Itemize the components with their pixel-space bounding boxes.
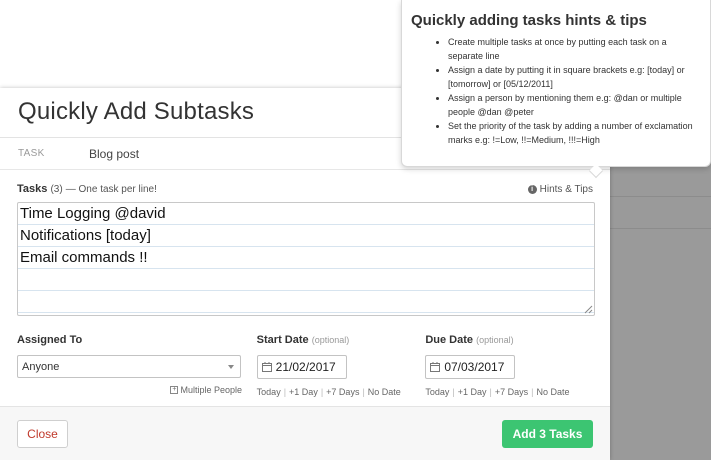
calendar-icon [430,362,441,372]
start-date-quick-links: Today | +1 Day | +7 Days | No Date [256,387,401,397]
due-today-link[interactable]: Today [425,387,449,397]
task-line: Email commands !! [18,247,594,269]
resize-grip-icon[interactable] [584,305,593,314]
tip-item: Set the priority of the task by adding a… [448,120,702,147]
overlay-divider [608,228,711,229]
start-plus1-link[interactable]: +1 Day [289,387,318,397]
task-value: Blog post [89,146,140,161]
start-date-field: Start Date (optional) 21/02/2017 Today | … [256,334,426,397]
multiple-people-link[interactable]: + Multiple People [17,385,242,395]
chevron-down-icon [228,365,234,369]
due-plus7-link[interactable]: +7 Days [495,387,528,397]
tasks-textarea[interactable]: Time Logging @david Notifications [today… [17,202,595,316]
hints-tips-link[interactable]: i Hints & Tips [527,183,593,195]
start-nodate-link[interactable]: No Date [368,387,401,397]
due-date-value: 07/03/2017 [444,360,505,374]
popover-title: Quickly adding tasks hints & tips [411,12,647,29]
tasks-header: Tasks (3) — One task per line! i Hints &… [17,181,593,197]
add-tasks-button[interactable]: Add 3 Tasks [502,420,593,448]
start-date-label: Start Date (optional) [256,334,350,346]
tip-item: Assign a person by mentioning them e.g: … [448,92,702,119]
assignee-select[interactable]: Anyone [17,355,241,378]
tip-item: Assign a date by putting it in square br… [448,64,702,91]
hints-tips-label: Hints & Tips [539,183,593,195]
close-button[interactable]: Close [17,420,68,448]
start-today-link[interactable]: Today [257,387,281,397]
task-label: TASK [18,148,45,159]
due-date-label: Due Date (optional) [425,334,514,346]
tips-list: Create multiple tasks at once by putting… [410,36,702,147]
modal-footer: Close Add 3 Tasks [0,406,610,460]
assignee-value: Anyone [22,360,60,373]
due-date-field: Due Date (optional) 07/03/2017 Today | +1… [425,334,593,397]
task-line: Notifications [today] [18,225,594,247]
assigned-to-label: Assigned To [17,334,83,346]
start-date-input[interactable]: 21/02/2017 [256,355,347,379]
task-line [18,291,594,313]
overlay-divider [608,196,711,197]
tasks-label: Tasks (3) — One task per line! [17,183,157,195]
info-icon: i [527,184,537,194]
task-line [18,269,594,291]
due-date-quick-links: Today | +1 Day | +7 Days | No Date [425,387,570,397]
start-plus7-link[interactable]: +7 Days [326,387,359,397]
due-date-input[interactable]: 07/03/2017 [425,355,516,379]
plus-icon: + [170,386,179,394]
start-date-value: 21/02/2017 [275,360,336,374]
hints-popover: Quickly adding tasks hints & tips Create… [401,0,711,179]
task-line: Time Logging @david [18,203,594,225]
assigned-to-field: Assigned To Anyone + Multiple People [17,334,257,397]
due-nodate-link[interactable]: No Date [536,387,569,397]
due-plus1-link[interactable]: +1 Day [458,387,487,397]
calendar-icon [261,362,272,372]
tip-item: Create multiple tasks at once by putting… [448,36,702,63]
multiple-people-label: Multiple People [180,385,242,395]
